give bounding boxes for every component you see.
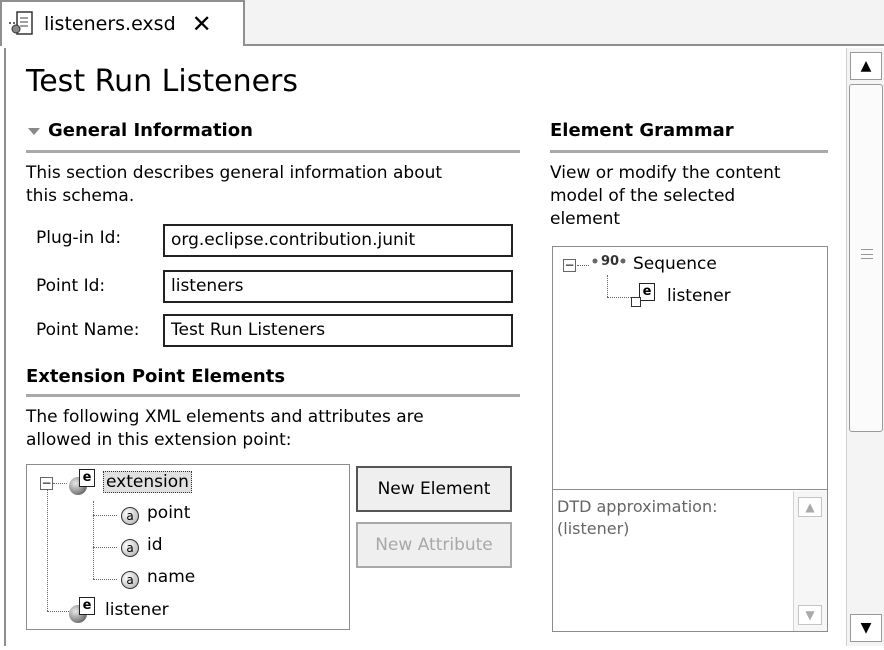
point-id-field[interactable]: listeners xyxy=(163,270,513,303)
scroll-up-arrow[interactable]: ▲ xyxy=(798,497,822,517)
tree-item-sequence[interactable]: 90 Sequence xyxy=(591,253,719,274)
tree-item-listener[interactable]: e listener xyxy=(69,597,171,623)
plugin-id-field[interactable]: org.eclipse.contribution.junit xyxy=(163,224,513,257)
attribute-required-icon: a xyxy=(117,565,141,589)
section-divider xyxy=(26,394,520,397)
close-icon[interactable]: ✕ xyxy=(192,12,212,36)
collapse-toggle[interactable]: − xyxy=(40,477,53,490)
collapse-toggle[interactable]: − xyxy=(563,259,576,272)
dtd-scrollbar[interactable]: ▲ ▼ xyxy=(793,491,827,631)
tab-label: listeners.exsd xyxy=(44,13,176,35)
point-name-label: Point Name: xyxy=(36,320,140,340)
grammar-tree[interactable]: − 90 Sequence e listener DTD approximati… xyxy=(552,246,828,632)
editor-content: Test Run Listeners General Information T… xyxy=(4,48,844,646)
elements-tree[interactable]: − e extension a point a id a name e list… xyxy=(26,464,350,630)
element-grammar-heading: Element Grammar xyxy=(550,120,734,141)
general-info-description: This section describes general informati… xyxy=(26,163,443,206)
editor-tab-strip: listeners.exsd ✕ xyxy=(0,0,884,46)
section-divider xyxy=(550,150,828,153)
editor-window: listeners.exsd ✕ Test Run Listeners Gene… xyxy=(0,0,884,650)
scroll-up-arrow[interactable]: ▲ xyxy=(850,52,882,80)
element-grammar-description: View or modify the content model of the … xyxy=(550,163,781,229)
page-title: Test Run Listeners xyxy=(26,64,299,99)
tab-listeners-exsd[interactable]: listeners.exsd ✕ xyxy=(0,0,245,46)
vertical-scrollbar[interactable]: ▲ ▼ xyxy=(846,48,884,646)
point-name-field[interactable]: Test Run Listeners xyxy=(163,314,513,347)
tree-item-extension[interactable]: e extension xyxy=(69,469,192,495)
scroll-down-arrow[interactable]: ▼ xyxy=(850,614,882,642)
svg-text:90: 90 xyxy=(601,254,619,269)
plugin-id-label: Plug-in Id: xyxy=(36,228,122,248)
element-reference-icon: e xyxy=(631,283,661,309)
new-attribute-button[interactable]: New Attribute xyxy=(356,522,512,568)
extension-elements-heading: Extension Point Elements xyxy=(26,366,286,387)
general-info-heading: General Information xyxy=(48,120,253,141)
point-id-label: Point Id: xyxy=(36,276,106,296)
element-icon: e xyxy=(69,597,99,623)
chevron-down-icon xyxy=(28,127,40,135)
new-element-button[interactable]: New Element xyxy=(356,466,512,512)
scrollbar-thumb[interactable] xyxy=(849,84,883,432)
scroll-down-arrow[interactable]: ▼ xyxy=(798,605,822,625)
sequence-icon: 90 xyxy=(591,253,631,274)
attribute-icon: a xyxy=(117,501,141,525)
element-icon: e xyxy=(69,469,99,495)
section-divider xyxy=(26,150,520,153)
tree-item-listener-ref[interactable]: e listener xyxy=(631,283,733,309)
tree-item-attr-point[interactable]: a point xyxy=(117,501,192,525)
tree-item-label: extension xyxy=(103,471,192,493)
schema-file-icon xyxy=(8,9,38,39)
tree-item-attr-id[interactable]: a id xyxy=(117,533,165,557)
extension-elements-description: The following XML elements and attribute… xyxy=(26,407,424,450)
dtd-approximation: DTD approximation: (listener) xyxy=(553,489,827,631)
general-info-section-toggle[interactable]: General Information xyxy=(26,120,253,141)
tree-item-attr-name[interactable]: a name xyxy=(117,565,197,589)
grip-icon xyxy=(861,249,873,259)
attribute-required-icon: a xyxy=(117,533,141,557)
